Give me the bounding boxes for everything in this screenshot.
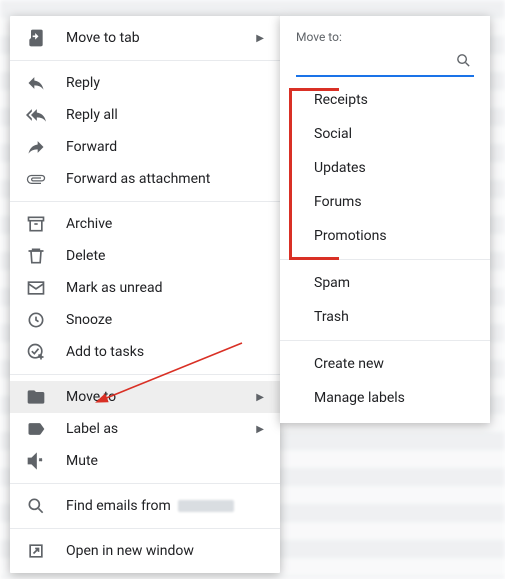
mark-unread-icon: [26, 278, 46, 298]
label-text: Forums: [314, 194, 362, 210]
archive-icon: [26, 214, 46, 234]
attachment-icon: [26, 169, 46, 189]
label-option-receipts[interactable]: Receipts: [280, 83, 490, 117]
label-option-promotions[interactable]: Promotions: [280, 219, 490, 253]
move-to-folder-icon: [26, 387, 46, 407]
menu-divider: [10, 201, 280, 202]
menu-label: Open in new window: [66, 543, 264, 559]
menu-label: Move to tab: [66, 30, 256, 46]
find-emails-text: Find emails from: [66, 498, 174, 514]
label-icon: [26, 419, 46, 439]
menu-item-open-new-window[interactable]: Open in new window: [10, 535, 280, 567]
label-text: Updates: [314, 160, 366, 176]
open-in-new-icon: [26, 541, 46, 561]
label-text: Promotions: [314, 228, 387, 244]
menu-divider: [10, 483, 280, 484]
menu-divider: [10, 374, 280, 375]
search-wrap: [280, 52, 490, 83]
menu-label: Forward as attachment: [66, 171, 264, 187]
label-text: Receipts: [314, 92, 368, 108]
chevron-right-icon: ▶: [256, 392, 264, 403]
menu-label: Mute: [66, 453, 264, 469]
label-search-input[interactable]: [296, 52, 474, 77]
menu-item-move-to-tab[interactable]: Move to tab ▶: [10, 22, 280, 54]
forward-icon: [26, 137, 46, 157]
menu-item-mute[interactable]: Mute: [10, 445, 280, 477]
menu-item-delete[interactable]: Delete: [10, 240, 280, 272]
context-menu: Move to tab ▶ Reply Reply all Forward Fo…: [10, 16, 280, 573]
reply-all-icon: [26, 105, 46, 125]
menu-item-move-to[interactable]: Move to ▶: [10, 381, 280, 413]
menu-label: Archive: [66, 216, 264, 232]
mute-icon: [26, 451, 46, 471]
menu-label: Mark as unread: [66, 280, 264, 296]
delete-icon: [26, 246, 46, 266]
menu-item-snooze[interactable]: Snooze: [10, 304, 280, 336]
menu-label: Snooze: [66, 312, 264, 328]
menu-label: Add to tasks: [66, 344, 264, 360]
menu-label: Label as: [66, 421, 256, 437]
action-manage-labels[interactable]: Manage labels: [280, 381, 490, 415]
chevron-right-icon: ▶: [256, 424, 264, 435]
label-option-spam[interactable]: Spam: [280, 266, 490, 300]
menu-label: Find emails from: [66, 498, 264, 514]
menu-label: Move to: [66, 389, 256, 405]
menu-label: Forward: [66, 139, 264, 155]
menu-item-label-as[interactable]: Label as ▶: [10, 413, 280, 445]
action-create-new-label[interactable]: Create new: [280, 347, 490, 381]
chevron-right-icon: ▶: [256, 33, 264, 44]
search-icon: [26, 496, 46, 516]
label-text: Create new: [314, 356, 384, 372]
label-option-updates[interactable]: Updates: [280, 151, 490, 185]
submenu-divider: [280, 259, 490, 260]
snooze-icon: [26, 310, 46, 330]
label-option-trash[interactable]: Trash: [280, 300, 490, 334]
move-to-tab-icon: [26, 28, 46, 48]
add-to-tasks-icon: [26, 342, 46, 362]
label-option-forums[interactable]: Forums: [280, 185, 490, 219]
menu-item-reply-all[interactable]: Reply all: [10, 99, 280, 131]
menu-item-archive[interactable]: Archive: [10, 208, 280, 240]
menu-item-forward-attachment[interactable]: Forward as attachment: [10, 163, 280, 195]
menu-item-mark-unread[interactable]: Mark as unread: [10, 272, 280, 304]
menu-divider: [10, 60, 280, 61]
label-text: Spam: [314, 275, 350, 291]
label-text: Social: [314, 126, 352, 142]
move-to-submenu: Move to: Receipts Social Updates Forums …: [280, 16, 490, 423]
search-icon: [455, 52, 472, 73]
menu-item-forward[interactable]: Forward: [10, 131, 280, 163]
reply-icon: [26, 73, 46, 93]
menu-divider: [10, 528, 280, 529]
submenu-header: Move to:: [280, 30, 490, 52]
menu-label: Delete: [66, 248, 264, 264]
label-text: Trash: [314, 309, 349, 325]
menu-label: Reply: [66, 75, 264, 91]
menu-item-find-emails-from[interactable]: Find emails from: [10, 490, 280, 522]
label-text: Manage labels: [314, 390, 405, 406]
redacted-sender: [178, 500, 234, 512]
label-option-social[interactable]: Social: [280, 117, 490, 151]
menu-item-reply[interactable]: Reply: [10, 67, 280, 99]
menu-label: Reply all: [66, 107, 264, 123]
submenu-divider: [280, 340, 490, 341]
menu-item-add-to-tasks[interactable]: Add to tasks: [10, 336, 280, 368]
